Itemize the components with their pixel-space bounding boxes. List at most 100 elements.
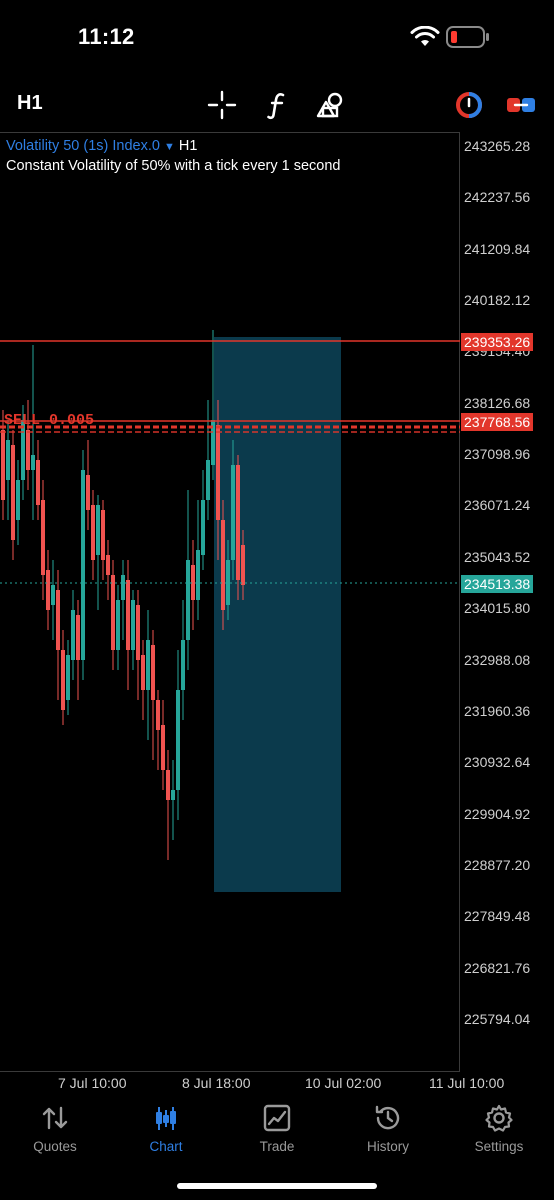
one-click-trading-button[interactable]	[452, 88, 486, 122]
candle-body	[21, 420, 25, 480]
time-tick: 10 Jul 02:00	[305, 1075, 382, 1091]
indicators-button[interactable]	[261, 88, 295, 122]
history-icon	[375, 1105, 400, 1130]
candle-body	[66, 655, 70, 700]
price-tick: 235043.52	[464, 548, 531, 565]
candle-body	[111, 575, 115, 650]
candle-body	[16, 480, 20, 520]
price-tick: 243265.28	[464, 138, 531, 154]
objects-button[interactable]	[314, 88, 348, 122]
candle-body	[41, 500, 45, 575]
tab-label: Quotes	[33, 1139, 77, 1154]
candle-body	[136, 605, 140, 660]
chart-period: H1	[178, 138, 198, 154]
symbol-description: Constant Volatility of 50% with a tick e…	[6, 158, 341, 174]
timeframe-button[interactable]: H1	[17, 92, 43, 115]
time-tick: 11 Jul 10:00	[429, 1075, 505, 1091]
symbol-name[interactable]: Volatility 50 (1s) Index.0	[6, 138, 160, 154]
candle-body	[196, 550, 200, 600]
candle-body	[176, 690, 180, 790]
candle-body	[206, 460, 210, 500]
status-time: 11:12	[78, 24, 135, 49]
candle-body	[236, 465, 240, 580]
candle-body	[241, 545, 245, 585]
price-tick: 237098.96	[464, 446, 531, 463]
candle-body	[121, 575, 125, 600]
candle-body	[161, 725, 165, 770]
time-tick: 8 Jul 18:00	[182, 1075, 251, 1091]
current-bid-price-tag: 234513.38	[461, 575, 534, 593]
symbol-header[interactable]: Volatility 50 (1s) Index.0 ▼ H1	[6, 138, 197, 154]
price-tick: 231960.36	[464, 702, 531, 719]
candle-body	[1, 430, 5, 500]
candle-body	[56, 590, 60, 650]
price-tick: 228877.20	[464, 856, 531, 873]
price-tick: 236071.24	[464, 497, 531, 514]
candle-body	[91, 505, 95, 560]
order-label: SELL 0.005	[4, 412, 94, 429]
objects-icon	[316, 92, 343, 118]
chart-icon	[156, 1107, 176, 1130]
candle-body	[221, 520, 225, 610]
price-tick: 229904.92	[464, 805, 531, 822]
candle-body	[141, 655, 145, 690]
tab-chart[interactable]: Chart	[111, 1095, 221, 1165]
tab-label: Chart	[149, 1139, 183, 1154]
candle-body	[71, 610, 75, 660]
candle-body	[181, 640, 185, 690]
candle-body	[126, 580, 130, 650]
tab-quotes[interactable]: Quotes	[0, 1095, 110, 1165]
candle-body	[26, 430, 30, 470]
candle-body	[151, 645, 155, 700]
candle-body	[186, 560, 190, 640]
candle-body	[96, 505, 100, 555]
candle-body	[101, 510, 105, 560]
tab-settings[interactable]: Settings	[444, 1095, 554, 1165]
price-tick: 232988.08	[464, 651, 531, 668]
symbol-dropdown-icon[interactable]: ▼	[164, 141, 175, 153]
chart-type-button[interactable]	[504, 88, 538, 122]
price-chart[interactable]: SELL 0.005	[0, 133, 460, 1071]
candle-body	[131, 600, 135, 650]
price-tick: 241209.84	[464, 240, 531, 257]
battery-icon	[446, 26, 489, 48]
candle-body	[61, 650, 65, 710]
tab-label: Settings	[474, 1139, 524, 1154]
trade-icon	[263, 1104, 291, 1132]
candle-body	[76, 615, 80, 660]
candle-body	[156, 700, 160, 730]
price-tick: 227849.48	[464, 908, 531, 925]
candle-body	[231, 465, 235, 560]
tab-bar: Quotes Chart Trade History Settings	[0, 1095, 554, 1165]
candle-body	[171, 790, 175, 800]
candle-body	[216, 425, 220, 520]
tab-history[interactable]: History	[333, 1095, 443, 1165]
candle-body	[36, 460, 40, 505]
crosshair-button[interactable]	[205, 88, 239, 122]
candle-body	[11, 445, 15, 540]
candle-body	[166, 770, 170, 800]
candle-body	[6, 440, 10, 480]
candle-body	[146, 640, 150, 690]
quotes-icon	[42, 1106, 68, 1130]
tab-trade[interactable]: Trade	[222, 1095, 332, 1165]
chart-type-icon	[507, 98, 535, 112]
candle-body	[201, 500, 205, 555]
candle-body	[116, 600, 120, 650]
price-tick: 242237.56	[464, 189, 531, 206]
price-tick: 240182.12	[464, 292, 531, 309]
price-tick: 238126.68	[464, 394, 531, 411]
price-tick: 234015.80	[464, 600, 531, 617]
price-tick: 226821.76	[464, 959, 531, 976]
candle-body	[46, 570, 50, 610]
crosshair-icon	[207, 90, 237, 120]
candle-body	[106, 555, 110, 575]
price-tick: 225794.04	[464, 1010, 531, 1027]
indicators-icon	[267, 93, 285, 120]
wifi-icon	[410, 26, 440, 46]
gear-icon	[485, 1104, 513, 1132]
tab-label: Trade	[259, 1139, 295, 1154]
candle-body	[51, 585, 55, 605]
price-tick: 230932.64	[464, 754, 531, 771]
candle-body	[86, 475, 90, 510]
